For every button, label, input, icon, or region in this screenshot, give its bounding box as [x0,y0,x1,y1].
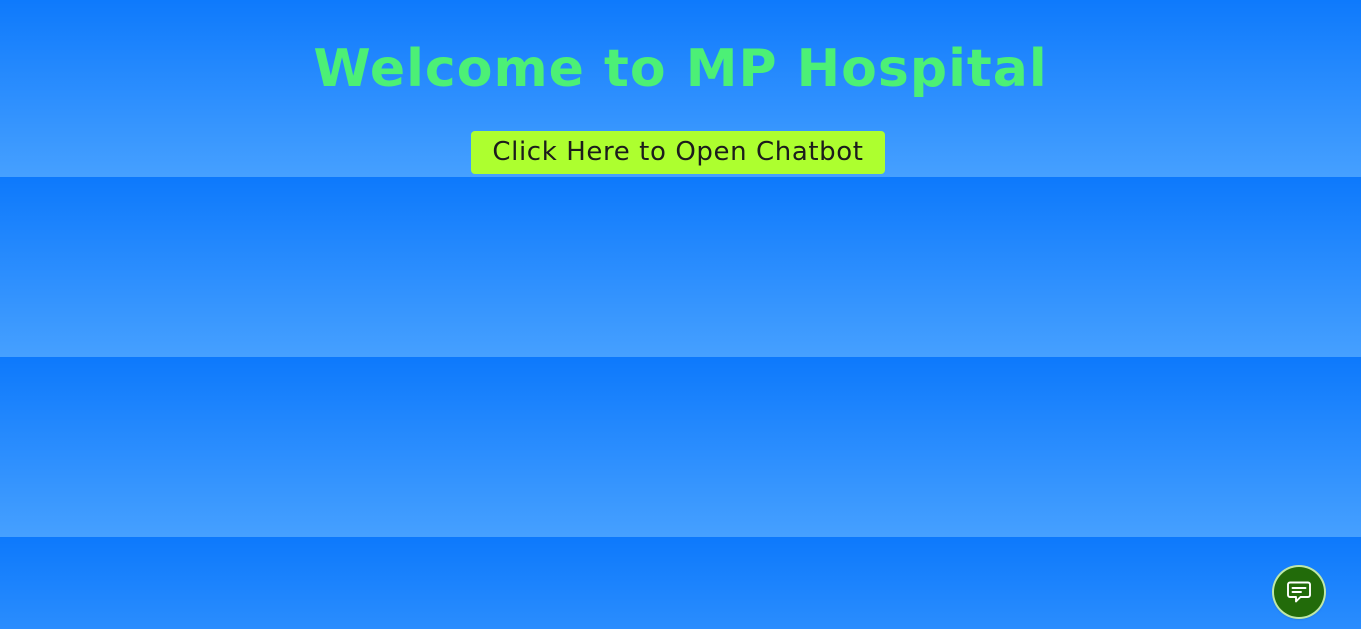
chat-bubble-icon [1284,577,1314,607]
hero-section: Welcome to MP Hospital Click Here to Ope… [0,0,1361,177]
chat-launcher-button[interactable] [1274,567,1324,617]
open-chatbot-button[interactable]: Click Here to Open Chatbot [471,131,885,174]
page-title: Welcome to MP Hospital [313,39,1048,99]
